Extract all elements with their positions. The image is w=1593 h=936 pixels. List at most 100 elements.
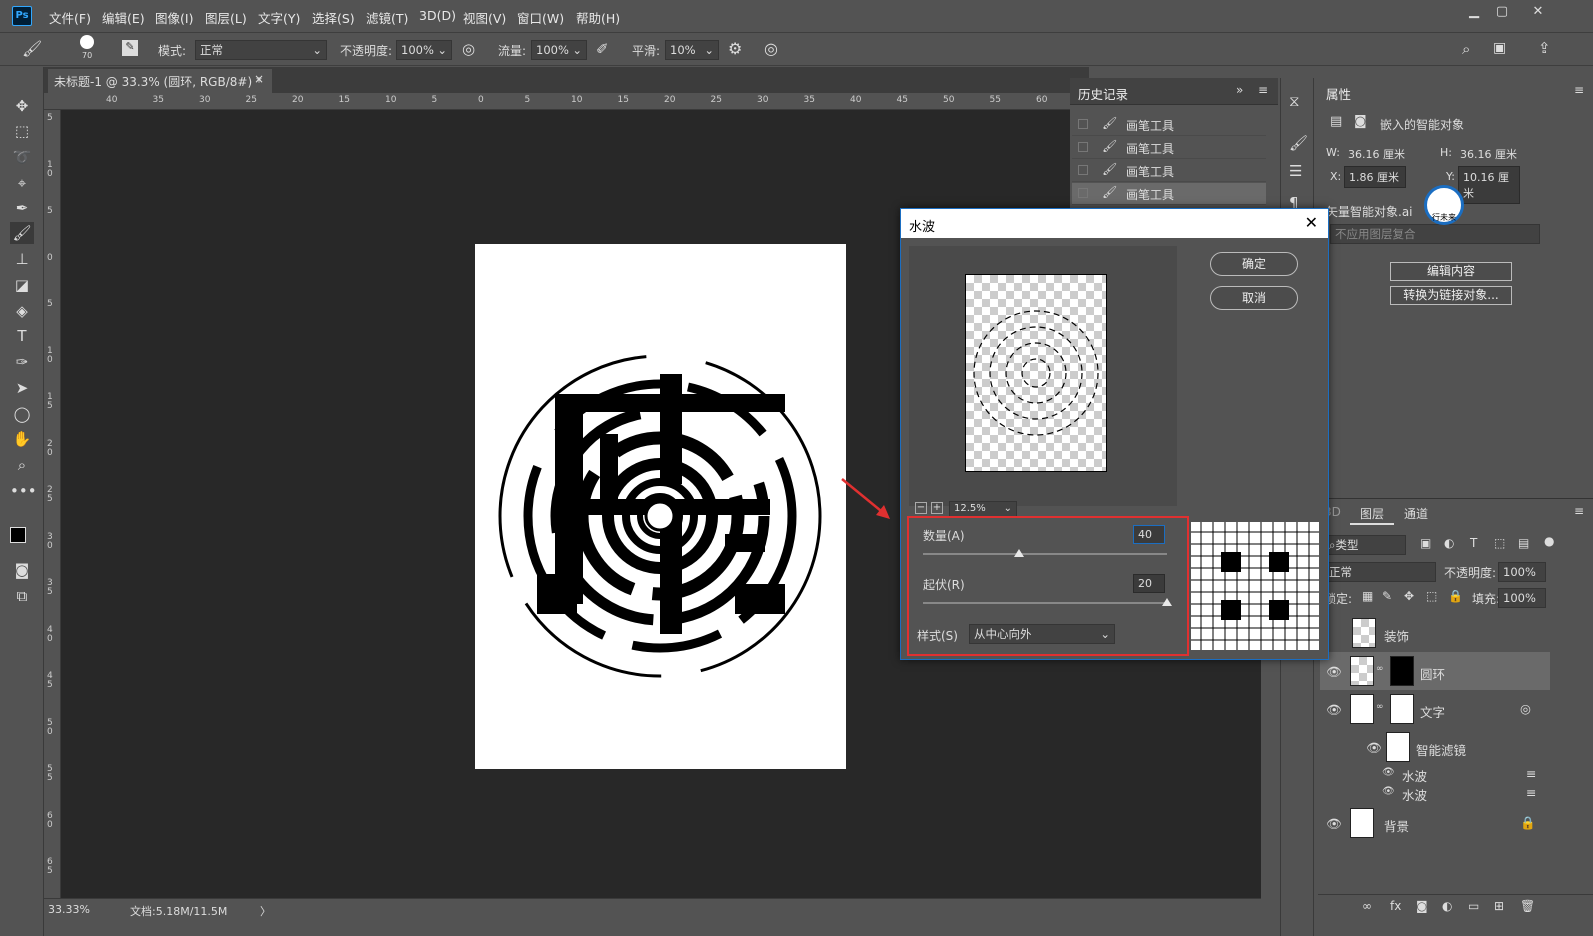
quick-mask-icon[interactable]: ◙ <box>10 559 34 581</box>
history-checkbox[interactable] <box>1078 188 1088 198</box>
layer-name[interactable]: 装饰 <box>1384 626 1409 645</box>
filter-pixel-icon[interactable]: ▣ <box>1420 536 1431 550</box>
adjustment-layer-icon[interactable]: ◐ <box>1442 899 1452 913</box>
ridges-slider-track[interactable] <box>923 602 1167 604</box>
hand-tool-icon[interactable]: ✋ <box>10 428 34 450</box>
ok-button[interactable]: 确定 <box>1210 252 1298 276</box>
ridges-slider-knob[interactable] <box>1162 598 1172 606</box>
preview-zoom-select[interactable]: 12.5% ⌄ <box>949 501 1017 517</box>
filter-type-icon[interactable]: T <box>1470 536 1477 550</box>
panel-menu-icon[interactable]: ≡ <box>1258 83 1268 97</box>
close-tab-icon[interactable]: × <box>254 72 264 86</box>
workspace-icon[interactable]: ▣ <box>1493 40 1506 56</box>
brush-preset-icon[interactable] <box>80 35 94 49</box>
amount-input[interactable]: 40 <box>1133 525 1165 544</box>
brush-tool-icon[interactable]: 🖌 <box>22 39 42 58</box>
fx-icon[interactable]: fx <box>1390 899 1401 913</box>
lock-transparent-icon[interactable]: ▦ <box>1362 589 1373 603</box>
lock-pixels-icon[interactable]: ✎ <box>1382 589 1392 603</box>
amount-slider-knob[interactable] <box>1014 549 1025 557</box>
filter-shape-icon[interactable]: ⬚ <box>1494 536 1505 550</box>
menu-filter[interactable]: 滤镜(T) <box>366 8 408 27</box>
layer-name[interactable]: 圆环 <box>1420 664 1445 683</box>
panel-collapse-icon[interactable]: » <box>1236 83 1243 97</box>
properties-title[interactable]: 属性 <box>1326 84 1351 103</box>
adjustments-icon[interactable]: ☰ <box>1289 162 1302 180</box>
document-canvas[interactable] <box>475 244 846 769</box>
type-tool-icon[interactable]: T <box>10 325 34 347</box>
menu-file[interactable]: 文件(F) <box>49 8 91 27</box>
add-mask-icon[interactable]: ◙ <box>1416 899 1428 913</box>
panel-menu-icon[interactable]: ≡ <box>1574 504 1584 518</box>
menu-window[interactable]: 窗口(W) <box>517 8 564 27</box>
layer-comp-select[interactable]: 不应用图层复合 <box>1330 224 1540 244</box>
path-select-tool-icon[interactable]: ➤ <box>10 377 34 399</box>
lasso-tool-icon[interactable]: ➰ <box>10 146 34 168</box>
layer-name[interactable]: 背景 <box>1384 816 1409 835</box>
zoom-in-button[interactable]: + <box>931 502 943 514</box>
history-item[interactable]: 🖌 画笔工具 <box>1072 160 1266 182</box>
history-checkbox[interactable] <box>1078 119 1088 129</box>
new-group-icon[interactable]: ▭ <box>1468 899 1479 913</box>
pen-tool-icon[interactable]: ✑ <box>10 351 34 373</box>
panel-menu-icon[interactable]: ≡ <box>1574 83 1584 97</box>
history-panel-title[interactable]: 历史记录 <box>1078 84 1128 103</box>
paint-bucket-tool-icon[interactable]: ◈ <box>10 300 34 322</box>
height-value[interactable]: 36.16 厘米 <box>1460 146 1517 162</box>
filter-options-icon[interactable]: ≡ <box>1526 785 1536 800</box>
history-item-selected[interactable]: 🖌 画笔工具 <box>1072 183 1266 205</box>
smooth-input[interactable]: 10% ⌄ <box>665 40 719 60</box>
more-tools-icon[interactable]: ••• <box>10 480 37 502</box>
smart-filter-row[interactable]: 👁 智能滤镜 <box>1320 728 1550 766</box>
eye-icon[interactable]: 👁 <box>1326 702 1342 718</box>
preview-area[interactable]: − + <box>909 246 1177 514</box>
pressure-size-icon[interactable]: ◎ <box>764 39 778 58</box>
x-input[interactable]: 1.86 厘米 <box>1344 166 1406 188</box>
tab-layers[interactable]: 图层 <box>1350 499 1395 525</box>
link-icon[interactable]: ∞ <box>1376 702 1384 712</box>
filter-smart-icon[interactable]: ▤ <box>1518 536 1529 550</box>
document-tab[interactable]: 未标题-1 @ 33.3% (圆环, RGB/8#) * × <box>48 69 272 93</box>
tab-channels[interactable]: 通道 <box>1404 505 1428 522</box>
filter-toggle-icon[interactable]: ● <box>1544 534 1554 548</box>
cancel-button[interactable]: 取消 <box>1210 286 1298 310</box>
eraser-tool-icon[interactable]: ◪ <box>10 274 34 296</box>
quick-select-tool-icon[interactable]: ⌖ <box>10 172 34 194</box>
menu-view[interactable]: 视图(V) <box>463 8 506 27</box>
layer-row[interactable]: 👁 ∞ 文字 ◎ <box>1320 690 1550 728</box>
filter-options-icon[interactable]: ≡ <box>1526 766 1536 781</box>
eye-icon[interactable]: 👁 <box>1382 767 1395 778</box>
width-value[interactable]: 36.16 厘米 <box>1348 146 1405 162</box>
filter-adjust-icon[interactable]: ◐ <box>1444 536 1454 550</box>
style-select[interactable]: 从中心向外 ⌄ <box>969 624 1115 644</box>
mode-select[interactable]: 正常 ⌄ <box>195 40 327 60</box>
stamp-tool-icon[interactable]: ⊥ <box>10 248 34 270</box>
link-icon[interactable]: ∞ <box>1376 664 1384 674</box>
minimize-button[interactable]: ▁ <box>1462 4 1486 24</box>
close-icon[interactable]: ✕ <box>1305 213 1318 232</box>
marquee-tool-icon[interactable]: ⬚ <box>10 120 34 142</box>
brush-tool-icon[interactable]: 🖌 <box>10 222 34 244</box>
fill-input[interactable]: 100% <box>1498 588 1546 608</box>
status-arrow-icon[interactable]: 〉 <box>260 903 271 919</box>
zoom-out-button[interactable]: − <box>915 502 927 514</box>
filter-row[interactable]: 👁 水波 ≡ <box>1320 764 1550 784</box>
ridges-input[interactable]: 20 <box>1133 574 1165 593</box>
y-input[interactable]: 10.16 厘米 <box>1458 166 1520 204</box>
convert-linked-button[interactable]: 转换为链接对象... <box>1390 286 1512 305</box>
gear-icon[interactable]: ⚙ <box>728 39 742 58</box>
menu-select[interactable]: 选择(S) <box>312 8 355 27</box>
link-layers-icon[interactable]: ∞ <box>1362 899 1372 913</box>
menu-layer[interactable]: 图层(L) <box>205 8 247 27</box>
menu-3d[interactable]: 3D(D) <box>419 8 456 23</box>
airbrush-icon[interactable]: ✐ <box>596 40 609 58</box>
mask-icon[interactable]: ◙ <box>1354 114 1367 129</box>
share-icon[interactable]: ⇪ <box>1538 39 1551 57</box>
layer-opacity-input[interactable]: 100% <box>1498 562 1546 582</box>
maximize-button[interactable]: ▢ <box>1490 4 1514 24</box>
foreground-color-swatch[interactable] <box>10 527 26 543</box>
history-item[interactable]: 🖌 画笔工具 <box>1072 114 1266 136</box>
layer-name[interactable]: 文字 <box>1420 702 1445 721</box>
zoom-level[interactable]: 33.33% <box>48 903 90 916</box>
move-tool-icon[interactable]: ✥ <box>10 95 34 117</box>
